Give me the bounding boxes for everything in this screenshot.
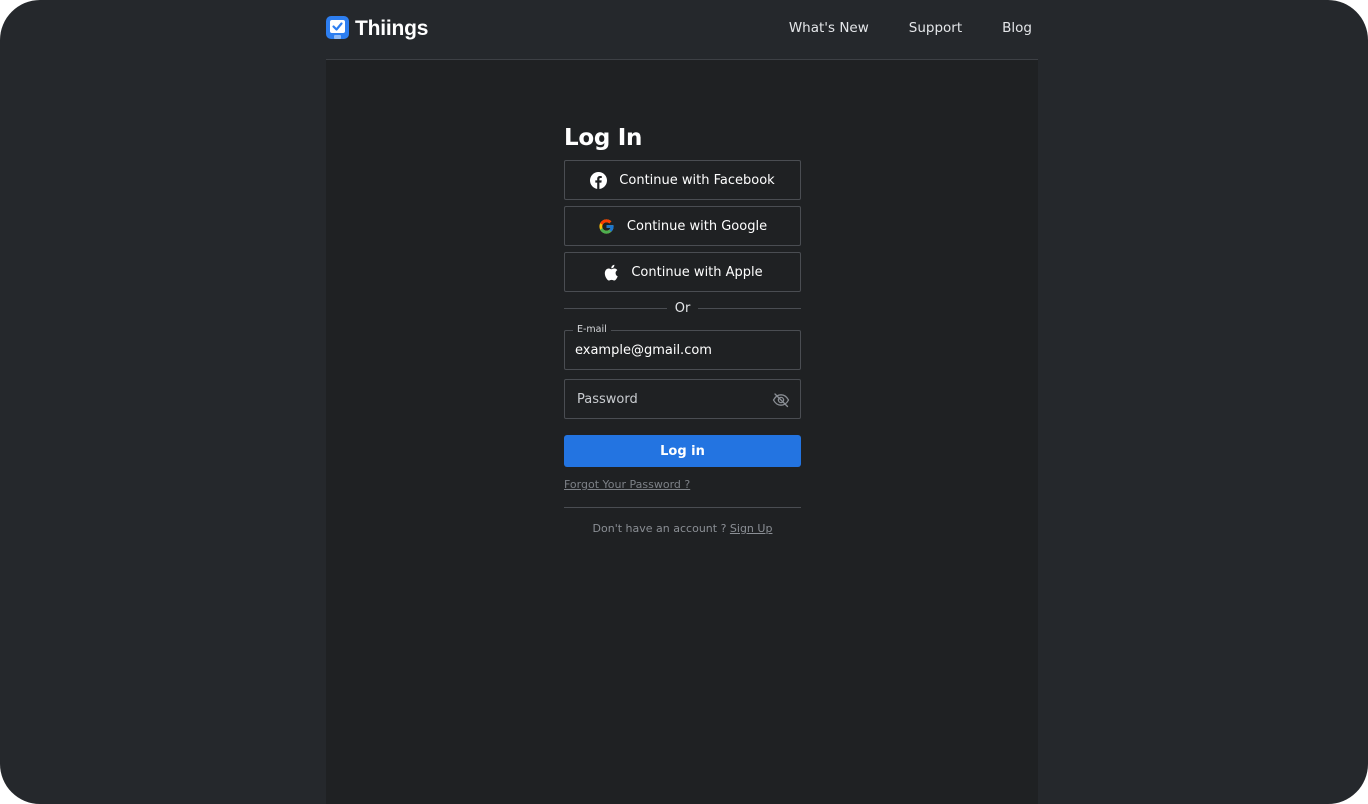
login-form: Log In Continue with Facebook Continue w…: [564, 120, 802, 535]
apple-icon: [602, 264, 619, 281]
facebook-login-button[interactable]: Continue with Facebook: [564, 160, 801, 200]
google-login-button[interactable]: Continue with Google: [564, 206, 801, 246]
or-divider: Or: [564, 300, 802, 316]
apple-login-button[interactable]: Continue with Apple: [564, 252, 801, 292]
forgot-password-link[interactable]: Forgot Your Password ?: [564, 478, 690, 491]
signup-prompt: Don't have an account ? Sign Up: [564, 522, 801, 535]
password-input[interactable]: [565, 380, 800, 418]
email-field[interactable]: E-mail: [564, 324, 801, 370]
eye-slash-icon[interactable]: [772, 391, 790, 409]
page-title: Log In: [564, 125, 643, 151]
top-bar: Thiings What's New Support Blog: [326, 0, 1038, 60]
google-icon: [598, 218, 615, 235]
facebook-icon: [590, 171, 608, 189]
app-window: Thiings What's New Support Blog Log In C…: [0, 0, 1368, 804]
checkbox-logo-icon: [326, 16, 349, 42]
signup-link[interactable]: Sign Up: [730, 522, 773, 535]
top-nav: What's New Support Blog: [789, 20, 1032, 36]
google-login-label: Continue with Google: [626, 218, 768, 234]
divider-line-left: [564, 307, 667, 309]
email-input[interactable]: [565, 331, 800, 369]
divider-label: Or: [674, 300, 691, 316]
apple-login-label: Continue with Apple: [631, 264, 763, 280]
nav-blog[interactable]: Blog: [1002, 20, 1032, 36]
separator: [564, 507, 801, 508]
facebook-login-label: Continue with Facebook: [619, 172, 775, 188]
nav-whats-new[interactable]: What's New: [789, 20, 869, 36]
login-button[interactable]: Log in: [564, 435, 801, 467]
brand-logo[interactable]: Thiings: [326, 16, 428, 42]
nav-support[interactable]: Support: [909, 20, 962, 36]
divider-line-right: [698, 307, 802, 309]
brand-name: Thiings: [355, 17, 429, 40]
no-account-text: Don't have an account ?: [592, 522, 727, 535]
password-field[interactable]: [564, 379, 801, 419]
